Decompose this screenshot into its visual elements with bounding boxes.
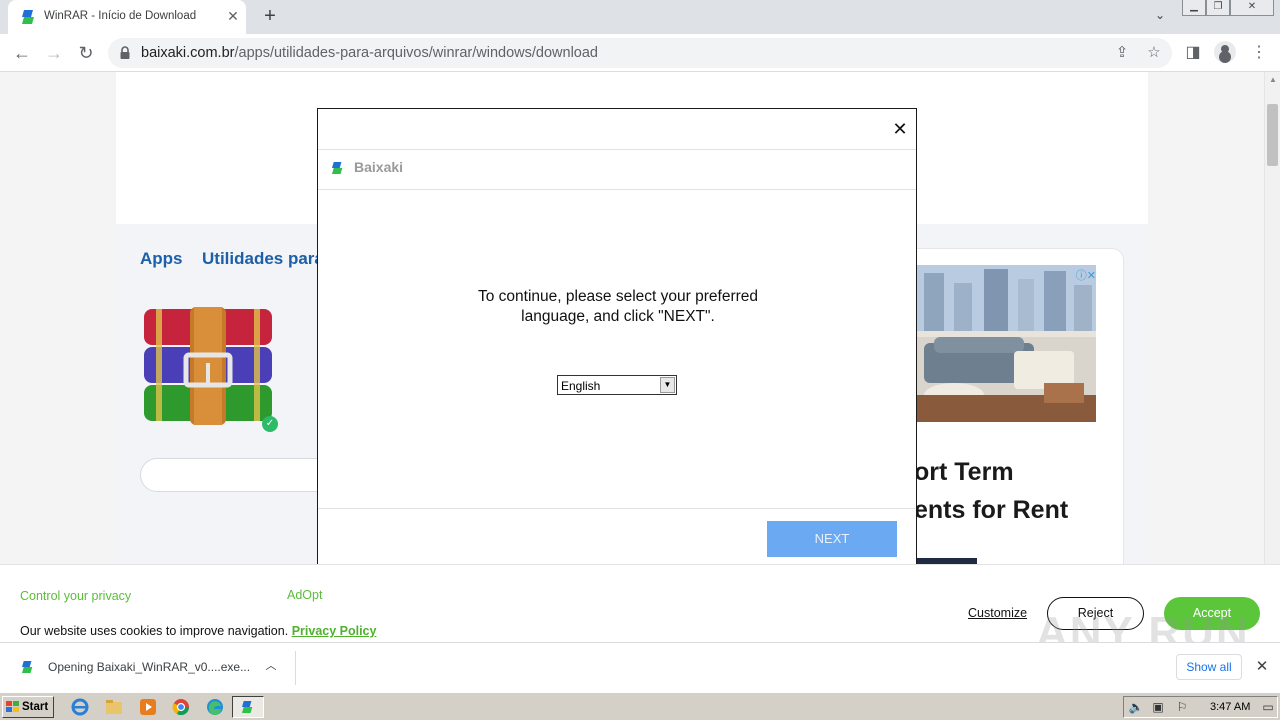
download-shelf: Opening Baixaki_WinRAR_v0....exe... ︿ Sh… [0,642,1280,692]
minimize-icon[interactable]: ▁ [1182,0,1206,16]
dialog-close-icon[interactable]: ✕ [890,119,910,139]
start-label: Start [22,701,49,713]
dialog-brand: Baixaki [354,159,404,175]
dialog-divider [318,189,916,190]
restore-icon[interactable]: ❐ [1206,0,1230,16]
winrar-logo-icon [144,307,272,425]
start-button[interactable]: Start [2,696,54,718]
side-panel-icon[interactable]: ◨ [1182,42,1204,64]
show-desktop-icon[interactable]: ▭ [1260,700,1276,714]
ad-headline-line1[interactable]: ort Term [914,458,1014,487]
url-text[interactable]: baixaki.com.br/apps/utilidades-para-arqu… [141,45,598,61]
baixaki-logo-icon [332,162,343,174]
back-arrow-icon[interactable]: ← [10,41,34,65]
show-all-button[interactable]: Show all [1176,654,1242,680]
baixaki-favicon-icon [22,10,34,24]
baixaki-taskbar-icon [242,701,253,713]
taskbar-active-app[interactable] [232,696,264,718]
cookie-title: Control your privacy [20,589,132,603]
next-button[interactable]: NEXT [767,521,897,557]
dialog-divider [318,149,916,150]
bookmark-star-icon[interactable]: ☆ [1144,43,1164,63]
language-select[interactable]: English ▼ [557,375,677,395]
breadcrumb-apps[interactable]: Apps [140,249,183,269]
download-file-icon [22,661,33,673]
forward-arrow-icon[interactable]: → [42,41,66,65]
new-tab-icon[interactable]: + [258,5,282,29]
address-bar[interactable]: baixaki.com.br/apps/utilidades-para-arqu… [108,38,1172,68]
chevron-up-icon[interactable]: ︿ [262,657,280,675]
volume-icon[interactable]: 🔈 [1128,700,1144,714]
dialog-divider [318,508,916,509]
dropdown-arrow-icon[interactable]: ▼ [660,377,675,393]
page-scrollbar[interactable]: ▲ [1264,72,1280,642]
system-tray: 🔈 ▣ ⚐ 3:47 AM ▭ [1123,696,1278,718]
ad-info-close-icon[interactable]: ⓘ✕ [1068,267,1096,282]
tab-search-chevron-icon[interactable]: ⌄ [1150,8,1170,28]
lock-icon [120,46,130,59]
clock[interactable]: 3:47 AM [1210,701,1250,713]
ad-apartment-image[interactable] [914,265,1096,422]
file-explorer-icon[interactable] [104,697,124,717]
tab-strip: WinRAR - Início de Download ✕ + ⌄ ▁ ❐ ✕ [0,0,1280,34]
browser-toolbar: ← → ↻ baixaki.com.br/apps/utilidades-par… [0,34,1280,72]
reload-icon[interactable]: ↻ [74,41,98,65]
scroll-up-arrow-icon[interactable]: ▲ [1269,75,1277,84]
download-item-status[interactable]: Opening Baixaki_WinRAR_v0....exe... [48,660,250,674]
share-icon[interactable]: ⇪ [1112,43,1132,63]
action-center-flag-icon[interactable]: ⚐ [1174,700,1190,714]
shelf-divider [295,651,296,685]
tab-title: WinRAR - Início de Download [44,10,197,22]
window-controls: ▁ ❐ ✕ [1182,0,1274,18]
tab-close-icon[interactable]: ✕ [224,7,242,25]
language-selected-value: English [561,379,601,393]
profile-avatar-icon[interactable] [1214,41,1236,63]
cookie-text: Our website uses cookies to improve navi… [20,624,377,638]
customize-link[interactable]: Customize [968,606,1027,620]
internet-explorer-icon[interactable] [70,697,90,717]
page-search-input[interactable] [140,458,340,492]
chrome-icon[interactable] [171,697,191,717]
menu-kebab-icon[interactable]: ⋮ [1248,42,1270,64]
windows-taskbar: Start 🔈 ▣ ⚐ 3:47 AM ▭ [0,692,1280,720]
privacy-policy-link[interactable]: Privacy Policy [292,624,377,638]
edge-icon[interactable] [205,697,225,717]
language-dialog: ✕ Baixaki To continue, please select you… [317,108,917,568]
windows-flag-icon [6,701,19,712]
network-icon[interactable]: ▣ [1150,700,1166,714]
scroll-thumb[interactable] [1267,104,1278,166]
dialog-message: To continue, please select your preferre… [477,288,759,325]
cookie-brand: AdOpt [287,588,323,602]
browser-tab[interactable]: WinRAR - Início de Download ✕ [8,0,246,34]
verified-check-icon: ✓ [262,416,278,432]
shelf-close-icon[interactable]: ✕ [1252,657,1272,677]
media-player-icon[interactable] [138,697,158,717]
ad-headline-line2[interactable]: ents for Rent [914,496,1068,525]
window-close-icon[interactable]: ✕ [1230,0,1274,16]
